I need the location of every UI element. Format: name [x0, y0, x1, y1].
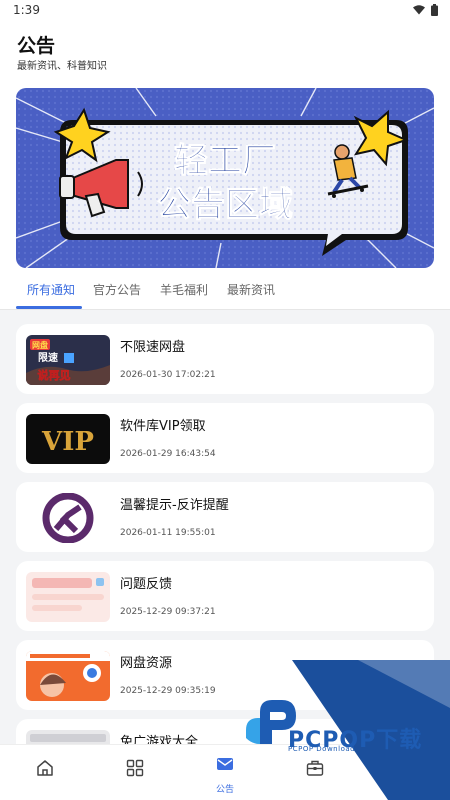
notice-date: 2026-01-11 19:55:01 [120, 528, 216, 538]
announcement-banner[interactable]: 轻工厂 公告区域 [16, 88, 434, 268]
notice-title: 不限速网盘 [120, 340, 186, 355]
tab-all-notices[interactable]: 所有通知 [27, 281, 75, 298]
list-item[interactable]: 温馨提示-反诈提醒 2026-01-11 19:55:01 [16, 482, 434, 552]
tab-official-announcements[interactable]: 官方公告 [93, 281, 141, 298]
list-item[interactable]: 问题反馈 2025-12-29 09:37:21 [16, 561, 434, 631]
page-title: 公告 [17, 35, 56, 57]
notice-title: 软件库VIP领取 [120, 419, 206, 434]
notice-thumbnail: VIP [26, 414, 110, 464]
page-header: 公告 最新资讯、科普知识 [0, 22, 450, 78]
watermark-subtitle: PCPOP Download [288, 745, 356, 753]
nav-apps[interactable] [90, 745, 180, 800]
notice-tabs: 所有通知 官方公告 羊毛福利 最新资讯 [0, 270, 450, 310]
notice-date: 2026-01-30 17:02:21 [120, 370, 216, 380]
status-time: 1:39 [13, 3, 40, 17]
home-icon [37, 760, 53, 776]
nav-announcements-label: 公告 [215, 785, 234, 795]
notice-thumbnail [26, 572, 110, 622]
notice-date: 2025-12-29 09:35:19 [120, 686, 216, 696]
list-item[interactable]: 网盘 限速 说再见 不限速网盘 2026-01-30 17:02:21 [16, 324, 434, 394]
notice-thumbnail [26, 651, 110, 701]
wifi-icon [413, 5, 425, 15]
list-item[interactable]: 网盘资源 2025-12-29 09:35:19 [16, 640, 434, 710]
banner-line-1: 轻工厂 [174, 141, 276, 181]
toolbox-icon [306, 760, 324, 776]
active-tab-indicator [16, 306, 82, 309]
notice-thumbnail [26, 493, 110, 543]
notice-title: 问题反馈 [120, 577, 173, 592]
notice-title: 温馨提示-反诈提醒 [120, 498, 229, 513]
status-bar: 1:39 [0, 0, 450, 22]
banner-art: 轻工厂 公告区域 [16, 88, 434, 268]
svg-text:限速: 限速 [38, 351, 58, 364]
svg-text:说再见: 说再见 [38, 368, 71, 382]
notice-date: 2026-01-29 16:43:54 [120, 449, 216, 459]
mail-icon [217, 758, 233, 770]
notice-list: 网盘 限速 说再见 不限速网盘 2026-01-30 17:02:21 VIP … [0, 310, 450, 750]
svg-text:VIP: VIP [41, 427, 94, 457]
page-subtitle: 最新资讯、科普知识 [17, 61, 107, 72]
nav-home[interactable] [0, 745, 90, 800]
notice-title: 网盘资源 [120, 656, 173, 671]
banner-line-2: 公告区域 [157, 185, 293, 225]
banner-section: 轻工厂 公告区域 [0, 78, 450, 270]
tab-latest-news[interactable]: 最新资讯 [227, 281, 275, 298]
notice-thumbnail: 网盘 限速 说再见 [26, 335, 110, 385]
list-item[interactable]: VIP 软件库VIP领取 2026-01-29 16:43:54 [16, 403, 434, 473]
notice-date: 2025-12-29 09:37:21 [120, 607, 216, 617]
battery-icon [431, 4, 438, 16]
grid-icon [126, 759, 144, 777]
nav-announcements[interactable]: 公告 [180, 745, 270, 800]
svg-text:网盘: 网盘 [32, 340, 48, 350]
status-icons [413, 4, 438, 16]
tab-deals[interactable]: 羊毛福利 [160, 281, 208, 298]
